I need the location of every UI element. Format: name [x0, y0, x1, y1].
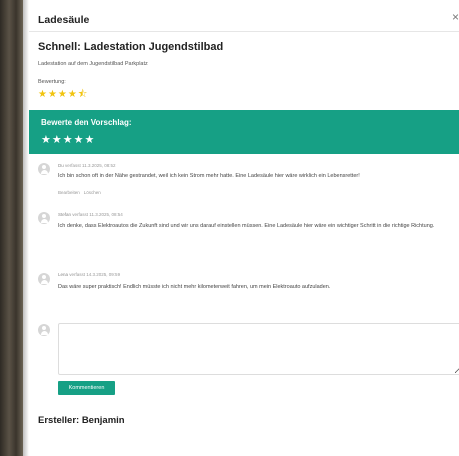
comment-text: Ich denke, dass Elektroautos die Zukunft… — [58, 223, 435, 229]
rating-label: Bewertung: — [38, 79, 66, 85]
avatar-icon — [38, 212, 50, 224]
suggestion-description: Ladestation auf dem Jugendstilbad Parkpl… — [38, 61, 148, 67]
comment-author: Stefan — [58, 212, 72, 217]
comment-date: verfasst 14.3.2025, 09:59 — [69, 272, 121, 277]
creator-label: Ersteller: Benjamin — [38, 415, 125, 426]
avatar-icon — [38, 273, 50, 285]
comment-text: Ich bin schon oft in der Nähe gestrandet… — [58, 173, 360, 179]
rate-label: Bewerte den Vorschlag: — [41, 118, 132, 127]
comment-date: verfasst 11.3.2025, 08:54 — [72, 212, 123, 217]
comment-meta: Lena verfasst 14.3.2025, 09:59 — [58, 272, 120, 277]
comment-text: Das wäre super praktisch! Endlich müsste… — [58, 284, 331, 290]
avatar-icon — [38, 163, 50, 175]
header-divider — [29, 31, 459, 32]
comment-author: Lena — [58, 272, 69, 277]
comment-date: verfasst 11.3.2025, 08:52 — [65, 163, 116, 168]
rating-stars-icon: ★★★★⯪ — [38, 89, 89, 100]
background-map-strip — [0, 0, 23, 456]
rate-section: Bewerte den Vorschlag: ★★★★★ — [29, 110, 459, 154]
modal-title: Ladesäule — [38, 14, 90, 26]
close-icon[interactable]: × — [452, 10, 459, 24]
comment-meta: Stefan verfasst 11.3.2025, 08:54 — [58, 212, 123, 217]
submit-comment-button[interactable]: Kommentieren — [58, 381, 115, 395]
suggestion-heading: Schnell: Ladestation Jugendstilbad — [38, 41, 224, 53]
comment-actions: Bearbeiten Löschen — [58, 190, 105, 195]
avatar-icon — [38, 324, 50, 336]
comment-input[interactable] — [58, 323, 459, 375]
comment-meta: Du verfasst 11.3.2025, 08:52 — [58, 163, 115, 168]
comment-author: Du — [58, 163, 64, 168]
rate-stars-icon[interactable]: ★★★★★ — [41, 135, 95, 146]
delete-comment-link[interactable]: Löschen — [84, 190, 101, 195]
edit-comment-link[interactable]: Bearbeiten — [58, 190, 80, 195]
